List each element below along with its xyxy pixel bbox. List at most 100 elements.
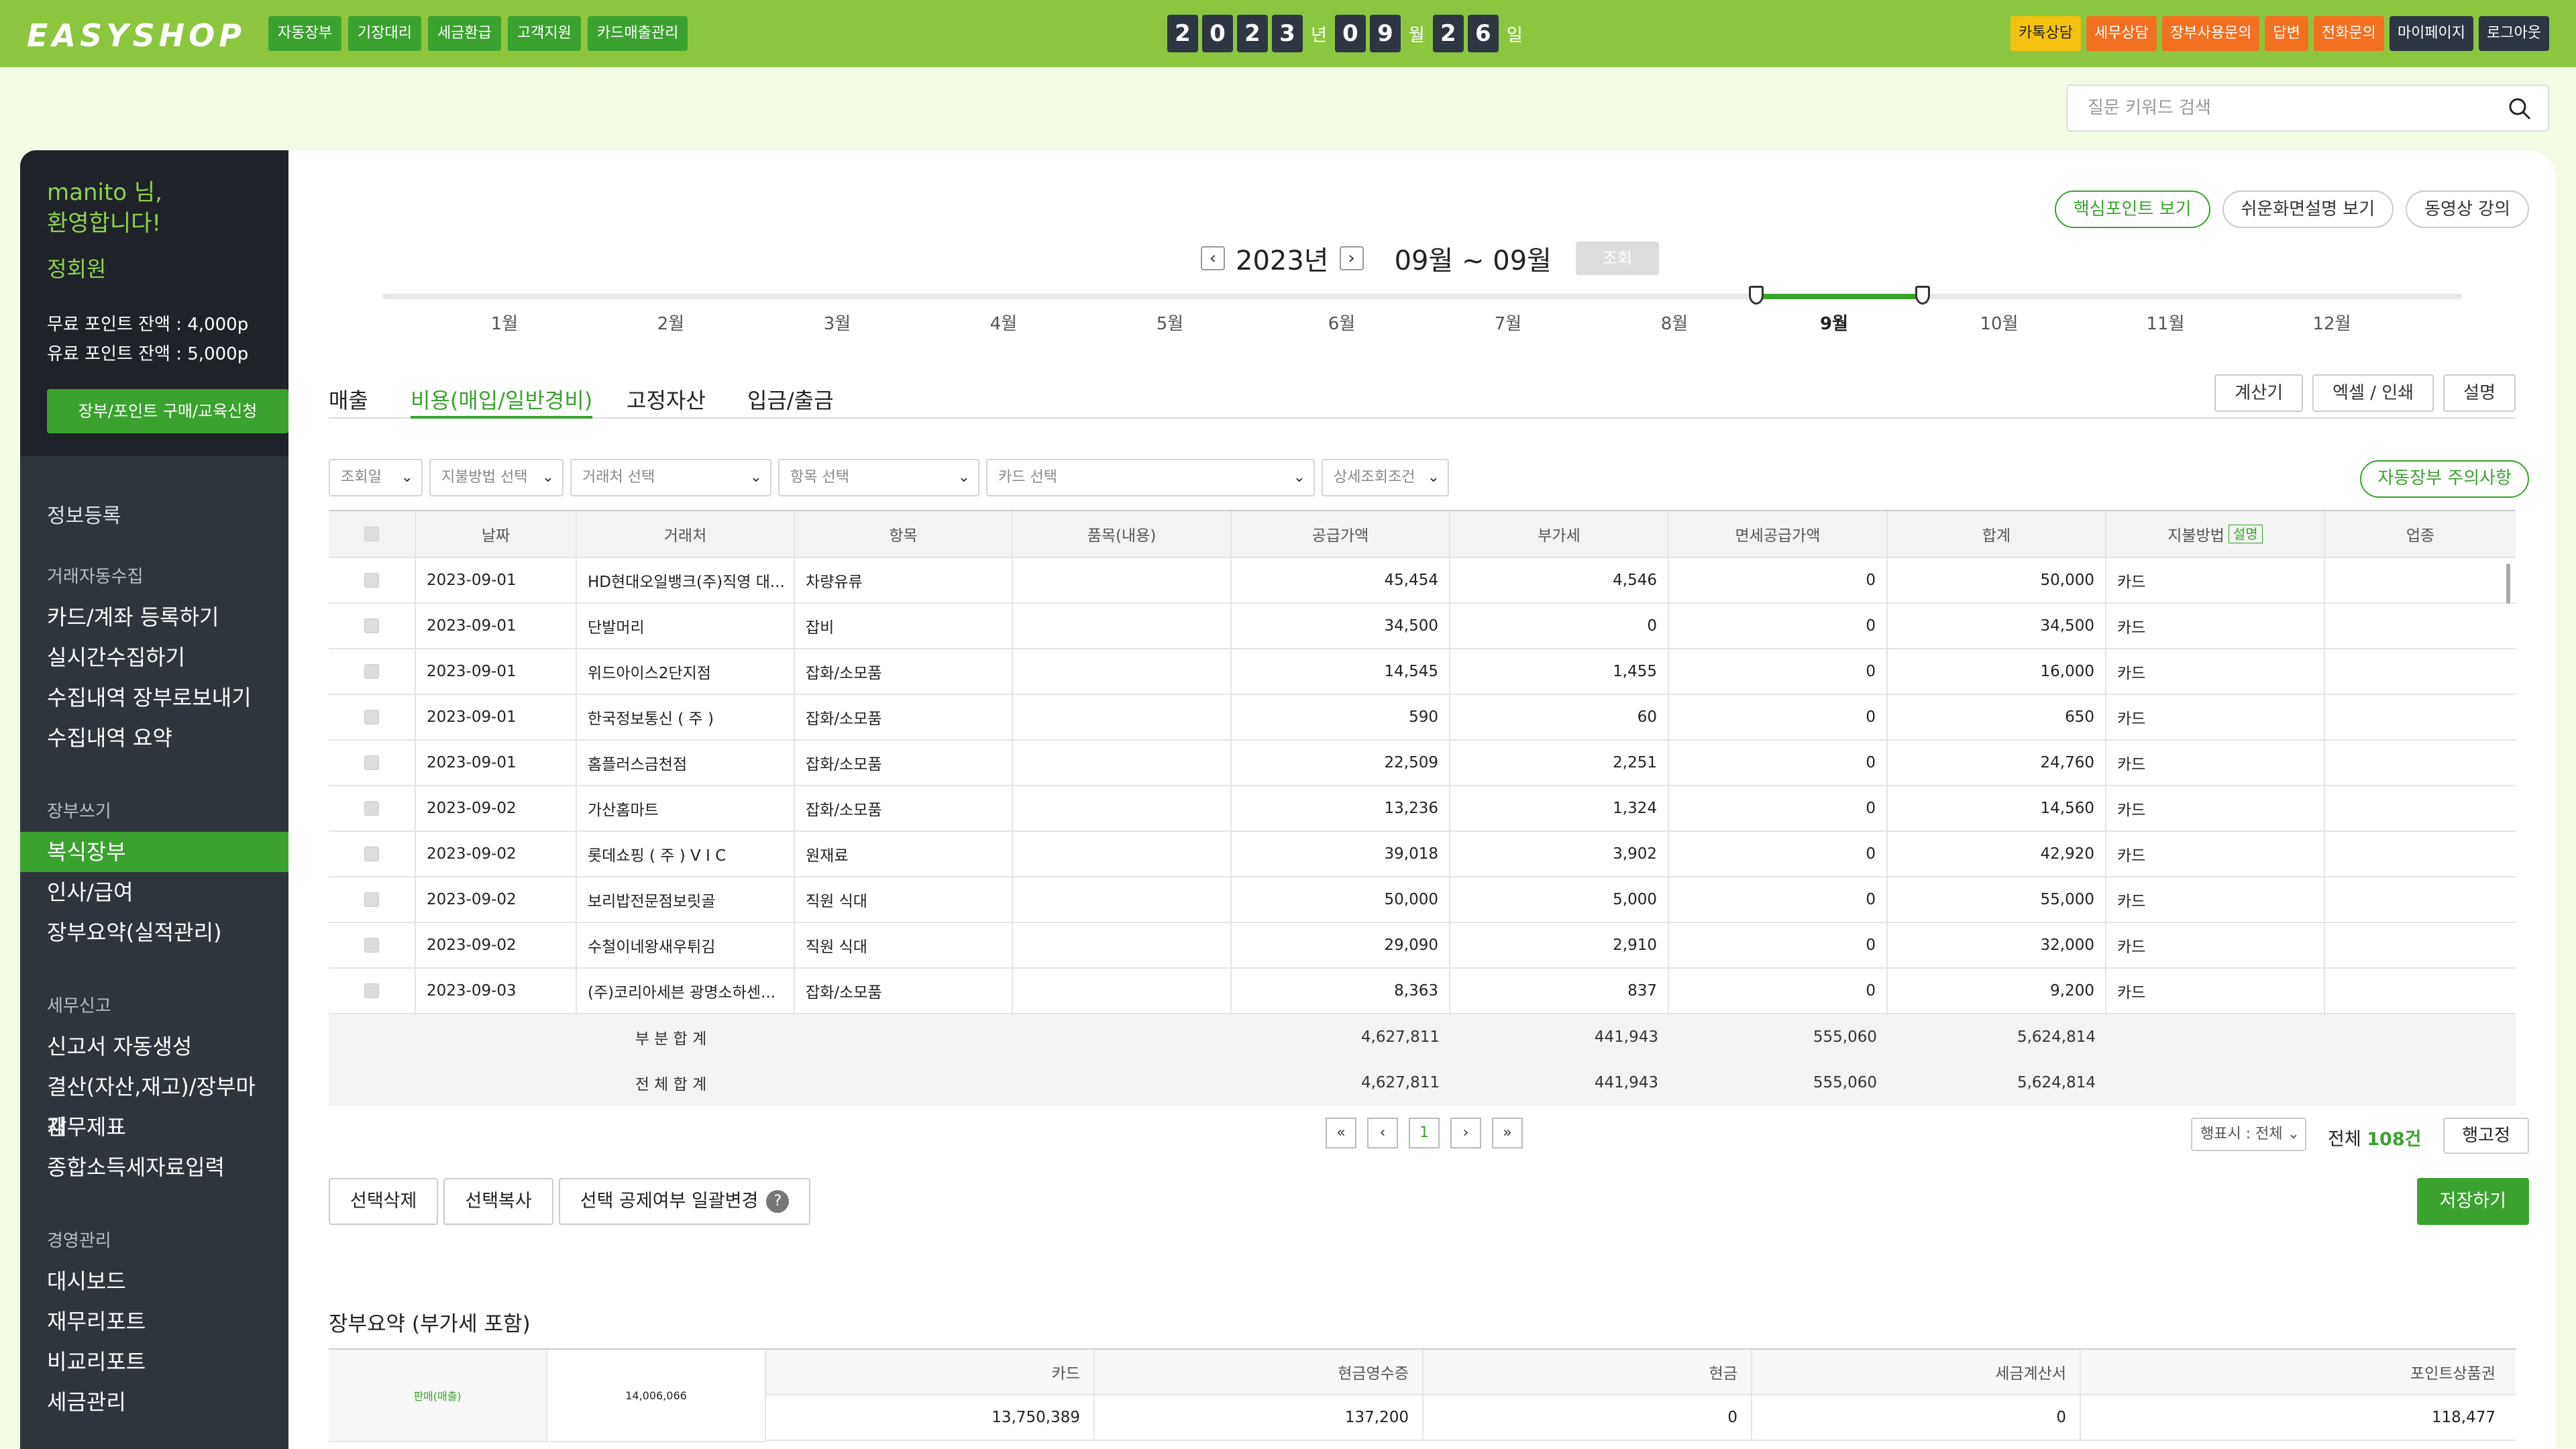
- bulk-deduction-button[interactable]: 선택 공제여부 일괄변경?: [558, 1178, 811, 1225]
- table-row[interactable]: 2023-09-01 단발머리 잡비 34,500 0 0 34,500 카드: [329, 604, 2516, 649]
- table-cell[interactable]: [2325, 877, 2516, 922]
- table-cell[interactable]: 5,000: [1450, 877, 1669, 922]
- nav-customer-support[interactable]: 고객지원: [507, 16, 581, 51]
- slider-end-handle[interactable]: [1915, 286, 1930, 305]
- column-header[interactable]: 거래처: [577, 511, 795, 557]
- sidebar-item-finance-report[interactable]: 재무리포트: [20, 1301, 288, 1342]
- row-checkbox[interactable]: [364, 664, 379, 679]
- table-cell[interactable]: 카드: [2106, 604, 2325, 648]
- table-cell[interactable]: [2325, 695, 2516, 739]
- table-cell[interactable]: 0: [1669, 558, 1888, 602]
- row-checkbox[interactable]: [364, 755, 379, 770]
- table-cell[interactable]: 원재료: [795, 832, 1013, 876]
- sidebar-item-compare-report[interactable]: 비교리포트: [20, 1342, 288, 1382]
- search-input[interactable]: [2068, 86, 2470, 130]
- table-cell[interactable]: 2023-09-02: [416, 923, 577, 967]
- table-cell[interactable]: 32,000: [1888, 923, 2106, 967]
- row-checkbox[interactable]: [364, 801, 379, 816]
- table-cell[interactable]: 34,500: [1888, 604, 2106, 648]
- table-cell[interactable]: 한국정보통신 ( 주 ): [577, 695, 795, 739]
- table-cell[interactable]: 2,910: [1450, 923, 1669, 967]
- sidebar-item-financial-statements[interactable]: 재무제표: [20, 1107, 288, 1147]
- table-cell[interactable]: [2325, 558, 2516, 602]
- table-cell[interactable]: 2023-09-01: [416, 695, 577, 739]
- card-filter-select[interactable]: 카드 선택 ⌄: [986, 459, 1315, 496]
- rows-per-page-select[interactable]: 행표시 : 전체 ⌄: [2191, 1118, 2306, 1151]
- table-cell[interactable]: 22,509: [1232, 741, 1450, 785]
- table-cell[interactable]: 롯데쇼핑 ( 주 ) V I C: [577, 832, 795, 876]
- row-checkbox[interactable]: [364, 892, 379, 907]
- copy-selected-button[interactable]: 선택복사: [443, 1178, 553, 1225]
- column-header[interactable]: 면세공급가액: [1669, 511, 1888, 557]
- month-label[interactable]: 5월: [1157, 310, 1183, 335]
- table-cell[interactable]: 2023-09-02: [416, 877, 577, 922]
- item-filter-select[interactable]: 항목 선택 ⌄: [778, 459, 979, 496]
- table-cell[interactable]: 0: [1669, 741, 1888, 785]
- table-cell[interactable]: 8,363: [1232, 969, 1450, 1013]
- table-cell[interactable]: [1013, 558, 1232, 602]
- table-cell[interactable]: 카드: [2106, 877, 2325, 922]
- table-cell[interactable]: 1,324: [1450, 786, 1669, 830]
- table-cell[interactable]: 650: [1888, 695, 2106, 739]
- table-cell[interactable]: HD현대오일뱅크(주)직영 대...: [577, 558, 795, 602]
- table-cell[interactable]: 카드: [2106, 786, 2325, 830]
- tab-fixed-assets[interactable]: 고정자산: [627, 384, 706, 419]
- table-cell[interactable]: [1013, 649, 1232, 694]
- last-page-button[interactable]: »: [1492, 1118, 1523, 1148]
- row-checkbox[interactable]: [364, 619, 379, 633]
- table-row[interactable]: 2023-09-01 한국정보통신 ( 주 ) 잡화/소모품 590 60 0 650 카드: [329, 695, 2516, 741]
- detail-filter-select[interactable]: 상세조회조건 ⌄: [1322, 459, 1449, 496]
- vendor-filter-select[interactable]: 거래처 선택 ⌄: [570, 459, 771, 496]
- month-label[interactable]: 2월: [657, 310, 684, 335]
- table-cell[interactable]: 0: [1669, 969, 1888, 1013]
- table-cell[interactable]: 0: [1669, 786, 1888, 830]
- ledger-inquiry-button[interactable]: 장부사용문의: [2161, 16, 2260, 51]
- sidebar-item-collect-summary[interactable]: 수집내역 요약: [20, 718, 288, 758]
- table-row[interactable]: 2023-09-01 위드아이스2단지점 잡화/소모품 14,545 1,455 0 16,…: [329, 649, 2516, 695]
- nav-auto-ledger[interactable]: 자동장부: [268, 16, 341, 51]
- table-cell[interactable]: 45,454: [1232, 558, 1450, 602]
- table-cell[interactable]: 4,546: [1450, 558, 1669, 602]
- table-cell[interactable]: 9,200: [1888, 969, 2106, 1013]
- tab-expenses[interactable]: 비용(매입/일반경비): [411, 384, 593, 419]
- fix-rows-button[interactable]: 행고정: [2443, 1118, 2529, 1154]
- table-cell[interactable]: 42,920: [1888, 832, 2106, 876]
- table-cell[interactable]: 단발머리: [577, 604, 795, 648]
- table-cell[interactable]: 잡비: [795, 604, 1013, 648]
- save-button[interactable]: 저장하기: [2416, 1178, 2529, 1225]
- sidebar-item-realtime-collect[interactable]: 실시간수집하기: [20, 637, 288, 678]
- logout-button[interactable]: 로그아웃: [2479, 16, 2549, 51]
- table-cell[interactable]: 29,090: [1232, 923, 1450, 967]
- month-label[interactable]: 10월: [1980, 310, 2018, 335]
- month-label[interactable]: 4월: [990, 310, 1017, 335]
- table-cell[interactable]: 0: [1669, 649, 1888, 694]
- table-cell[interactable]: [1013, 604, 1232, 648]
- sidebar-item-auto-report[interactable]: 신고서 자동생성: [20, 1026, 288, 1067]
- table-cell[interactable]: 14,560: [1888, 786, 2106, 830]
- nav-bookkeeping-agent[interactable]: 기장대리: [347, 16, 421, 51]
- row-checkbox[interactable]: [364, 847, 379, 861]
- select-all-checkbox[interactable]: [364, 527, 379, 541]
- table-cell[interactable]: 가산홈마트: [577, 786, 795, 830]
- table-cell[interactable]: 카드: [2106, 558, 2325, 602]
- table-cell[interactable]: 카드: [2106, 741, 2325, 785]
- table-cell[interactable]: 50,000: [1888, 558, 2106, 602]
- table-cell[interactable]: 잡화/소모품: [795, 786, 1013, 830]
- sidebar-item-income-tax-input[interactable]: 종합소득세자료입력: [20, 1147, 288, 1187]
- prev-page-button[interactable]: ‹: [1367, 1118, 1398, 1148]
- table-cell[interactable]: 55,000: [1888, 877, 2106, 922]
- sidebar-item-send-to-ledger[interactable]: 수집내역 장부로보내기: [20, 678, 288, 718]
- table-cell[interactable]: [1013, 832, 1232, 876]
- pay-method-help-badge[interactable]: 설명: [2228, 525, 2263, 543]
- next-year-button[interactable]: ›: [1339, 246, 1364, 270]
- table-cell[interactable]: [2325, 832, 2516, 876]
- buy-ledger-button[interactable]: 장부/포인트 구매/교육신청: [47, 389, 288, 433]
- nav-tax-refund[interactable]: 세금환급: [427, 16, 501, 51]
- table-cell[interactable]: 2023-09-02: [416, 832, 577, 876]
- table-cell[interactable]: 위드아이스2단지점: [577, 649, 795, 694]
- table-cell[interactable]: 홈플러스금천점: [577, 741, 795, 785]
- date-filter-select[interactable]: 조회일 ⌄: [329, 459, 423, 496]
- sidebar-item-hr-payroll[interactable]: 인사/급여: [20, 872, 288, 912]
- sidebar-item-card-account[interactable]: 카드/계좌 등록하기: [20, 597, 288, 637]
- table-cell[interactable]: 13,236: [1232, 786, 1450, 830]
